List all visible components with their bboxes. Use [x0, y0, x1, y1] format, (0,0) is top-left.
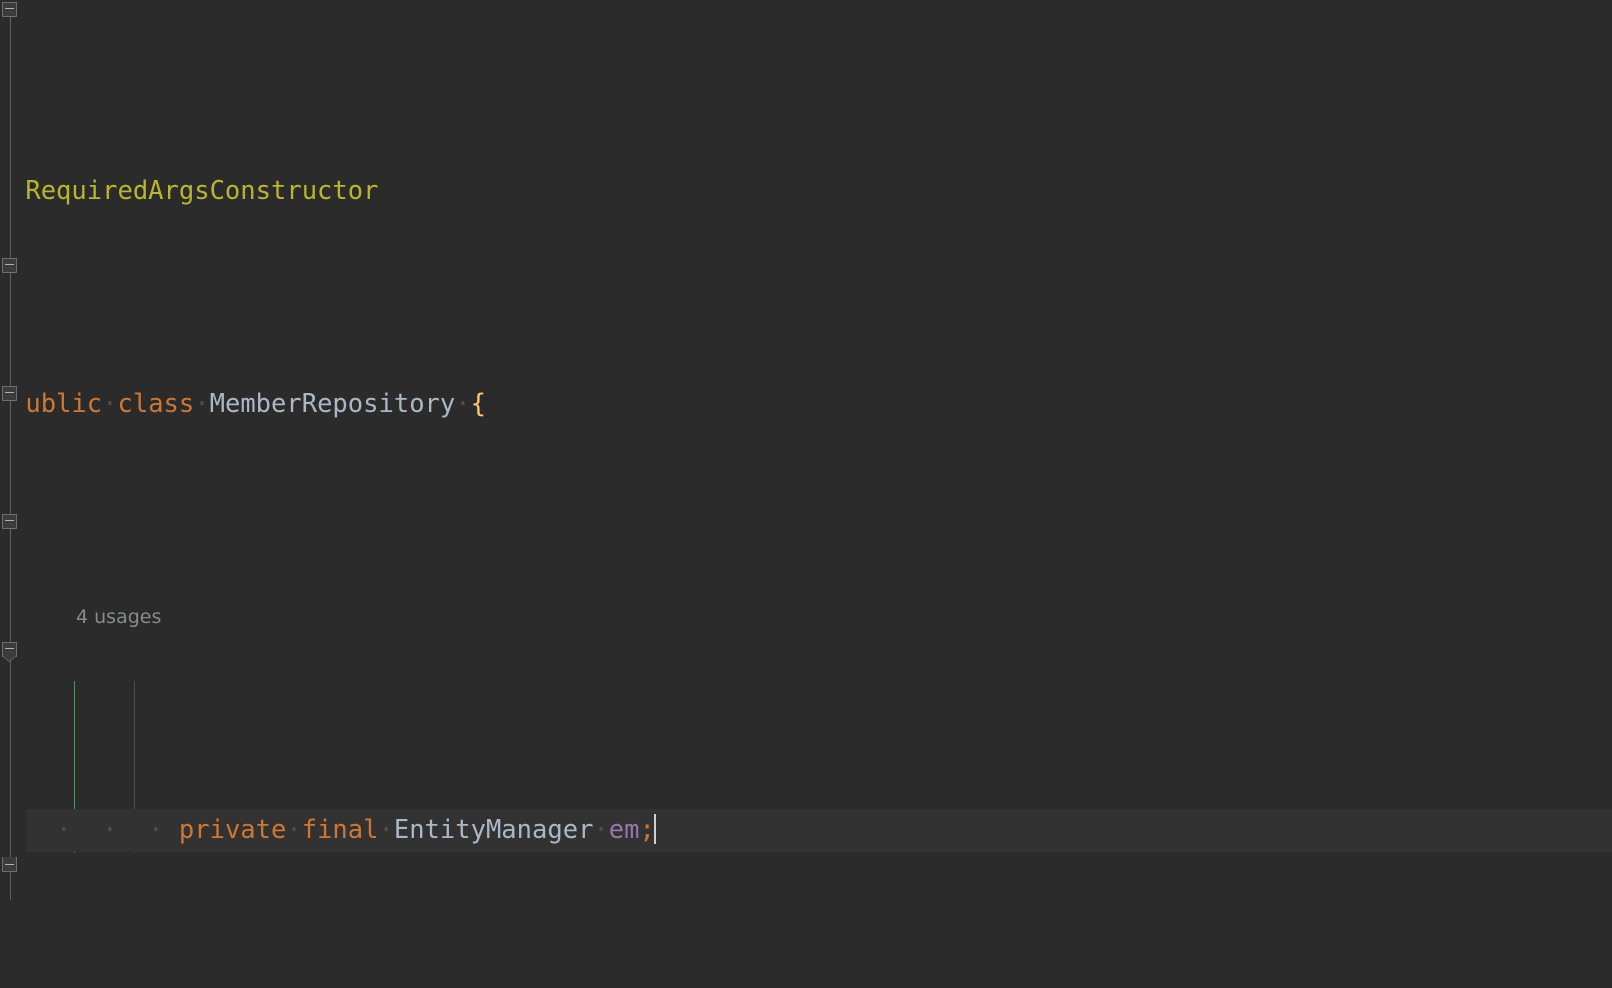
fold-marker-class[interactable]	[2, 2, 19, 19]
field-em: em	[608, 815, 640, 846]
whitespace-dot: ·	[194, 389, 210, 420]
code-line-2[interactable]: public·class·MemberRepository·{	[0, 383, 1612, 426]
code-content[interactable]: @RequiredArgsConstructor public·class·Me…	[0, 0, 1612, 988]
code-line-1[interactable]: @RequiredArgsConstructor	[0, 170, 1612, 213]
fold-marker-find-by-name-end[interactable]	[2, 857, 17, 874]
whitespace-dot: ·	[102, 389, 118, 420]
semicolon: ;	[639, 815, 655, 846]
code-editor[interactable]: @RequiredArgsConstructor public·class·Me…	[0, 0, 1612, 988]
code-line-3[interactable]: 4 usages	[0, 596, 1612, 639]
whitespace-dot: ·	[593, 815, 609, 846]
fold-marker-save[interactable]	[2, 258, 19, 275]
code-line-4[interactable]: · · · · private·final·EntityManager·em;	[0, 809, 1612, 852]
whitespace-dots: · · · ·	[10, 815, 179, 846]
keyword-final: final	[301, 815, 379, 846]
fold-marker-find-by-name[interactable]	[2, 642, 19, 662]
whitespace-dot: ·	[286, 815, 302, 846]
open-brace-class: {	[470, 389, 486, 420]
editor-gutter[interactable]	[0, 0, 26, 988]
text-caret	[653, 814, 656, 845]
whitespace-dot: ·	[378, 815, 394, 846]
keyword-private: private	[178, 815, 287, 846]
whitespace-dot: ·	[455, 389, 471, 420]
keyword-class: class	[117, 389, 195, 420]
type-entity-manager: EntityManager	[393, 815, 594, 846]
class-fold-range-line	[10, 15, 11, 900]
fold-marker-find-one[interactable]	[2, 386, 19, 403]
fold-marker-find-all[interactable]	[2, 514, 19, 531]
type-member-repository: MemberRepository	[209, 389, 456, 420]
annotation-token: @RequiredArgsConstructor	[10, 176, 379, 207]
usage-hint-em[interactable]: 4 usages	[76, 596, 161, 639]
